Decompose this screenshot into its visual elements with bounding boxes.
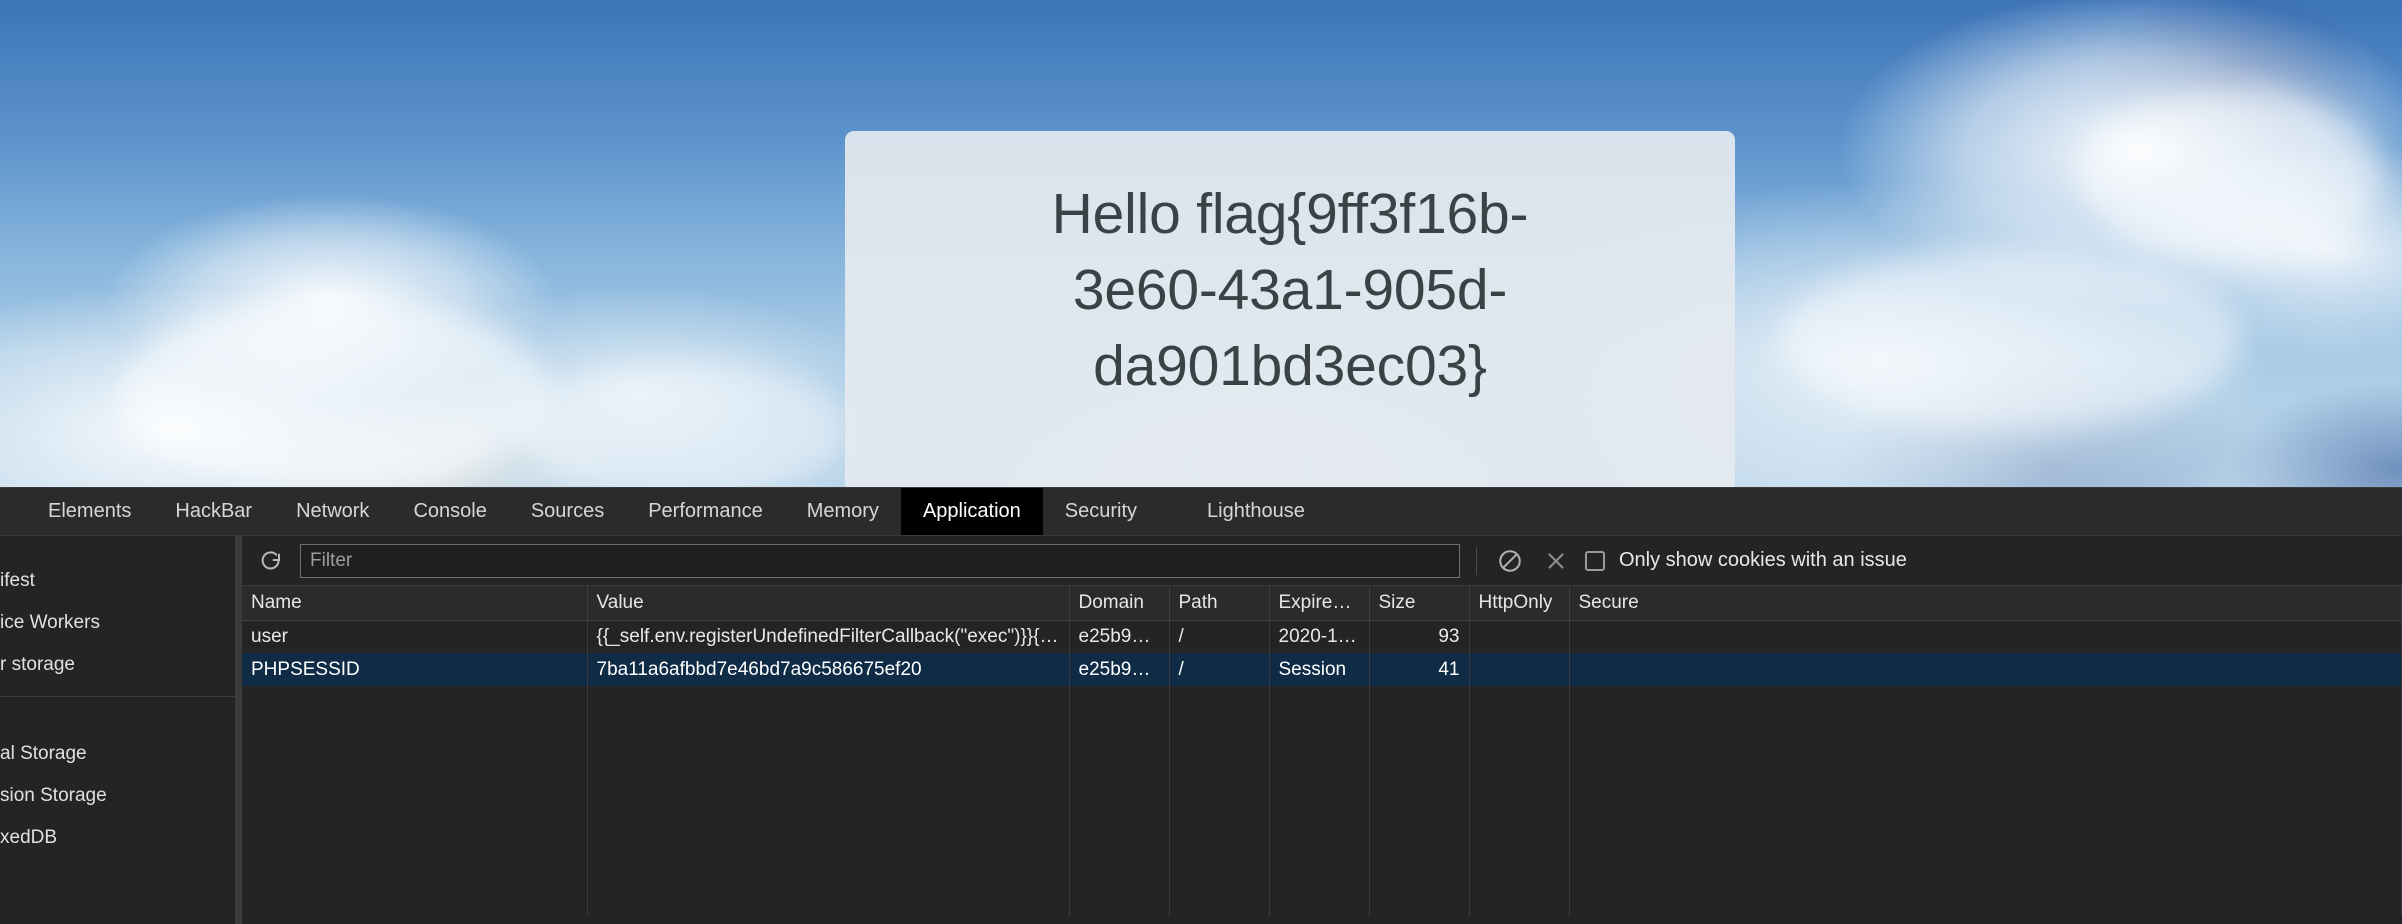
cell-value: 7ba11a6afbbd7e46bd7a9c586675ef20 [587,653,1070,686]
hello-flag-card: Hello flag{9ff3f16b-3e60-43a1-905d-da901… [845,131,1735,487]
cookies-toolbar: Only show cookies with an issue [242,536,2402,586]
table-row[interactable]: user {{_self.env.registerUndefinedFilter… [242,620,2402,653]
delete-selected-cookie-icon[interactable] [1539,544,1573,578]
devtools-panel: Elements HackBar Network Console Sources… [0,487,2402,924]
cell-name: user [242,620,588,653]
cell-path: / [1169,653,1270,686]
column-header-path[interactable]: Path [1169,586,1270,621]
cell-secure [1569,620,2402,653]
tab-performance[interactable]: Performance [626,488,785,535]
column-header-name[interactable]: Name [242,586,588,621]
cookies-table-container: Name Value Domain Path Expires / … Size … [242,586,2402,924]
clear-all-cookies-icon[interactable] [1493,544,1527,578]
toolbar-divider [1476,546,1477,575]
devtools-body: ifest ice Workers r storage al Storage s… [0,536,2402,924]
tab-memory[interactable]: Memory [785,488,901,535]
cell-name: PHPSESSID [242,653,588,686]
tab-lighthouse[interactable]: Lighthouse [1185,488,1327,535]
sidebar-item-manifest[interactable]: ifest [0,560,235,602]
table-row[interactable]: PHPSESSID 7ba11a6afbbd7e46bd7a9c586675ef… [242,653,2402,686]
sidebar-item-local-storage[interactable]: al Storage [0,733,235,775]
tab-console[interactable]: Console [391,488,508,535]
tab-sources[interactable]: Sources [509,488,626,535]
cell-expires: 2020-10-… [1269,620,1370,653]
column-header-domain[interactable]: Domain [1069,586,1170,621]
column-header-size[interactable]: Size [1369,586,1470,621]
tabbar-mid-spacer [1159,488,1185,535]
cell-secure [1569,653,2402,686]
column-header-value[interactable]: Value [587,586,1070,621]
cell-httponly [1469,620,1570,653]
tabbar-left-spacer [0,488,26,535]
cell-expires: Session [1269,653,1370,686]
table-empty-space [242,686,2402,916]
search-input[interactable] [300,543,1460,578]
sidebar-item-service-workers[interactable]: ice Workers [0,602,235,644]
table-header-row: Name Value Domain Path Expires / … Size … [242,586,2402,621]
sidebar-item-session-storage[interactable]: sion Storage [0,775,235,817]
cookies-pane: Only show cookies with an issue Name Val… [242,536,2402,924]
sidebar-item-partial-top[interactable] [0,538,235,560]
tab-application[interactable]: Application [900,488,1043,535]
sidebar-item-clear-storage[interactable]: r storage [0,644,235,686]
sidebar-clipped-content: ifest ice Workers r storage al Storage s… [0,538,235,859]
cell-domain: e25b9a7c… [1069,653,1170,686]
column-header-httponly[interactable]: HttpOnly [1469,586,1570,621]
devtools-tab-bar: Elements HackBar Network Console Sources… [0,488,2402,536]
browser-page-viewport: Hello flag{9ff3f16b-3e60-43a1-905d-da901… [0,0,2402,487]
cookies-table: Name Value Domain Path Expires / … Size … [242,586,2402,916]
cell-size: 41 [1369,653,1470,686]
application-sidebar: ifest ice Workers r storage al Storage s… [0,536,236,924]
cell-domain: e25b9a7c… [1069,620,1170,653]
cell-path: / [1169,620,1270,653]
column-header-secure[interactable]: Secure [1569,586,2402,621]
cell-value: {{_self.env.registerUndefinedFilterCallb… [587,620,1070,653]
tab-hackbar[interactable]: HackBar [153,488,274,535]
tab-security[interactable]: Security [1043,488,1159,535]
only-show-cookies-with-issue-label: Only show cookies with an issue [1619,549,1907,571]
sidebar-section-gap [0,697,235,733]
page-title: Hello flag{9ff3f16b-3e60-43a1-905d-da901… [1051,182,1529,398]
only-show-cookies-with-issue-checkbox[interactable] [1585,550,1605,571]
sidebar-item-indexeddb[interactable]: xedDB [0,817,235,859]
column-header-expires[interactable]: Expires / … [1269,586,1370,621]
cell-httponly [1469,653,1570,686]
tab-elements[interactable]: Elements [26,488,153,535]
tab-network[interactable]: Network [274,488,391,535]
cell-size: 93 [1369,620,1470,653]
refresh-icon[interactable] [254,544,288,578]
